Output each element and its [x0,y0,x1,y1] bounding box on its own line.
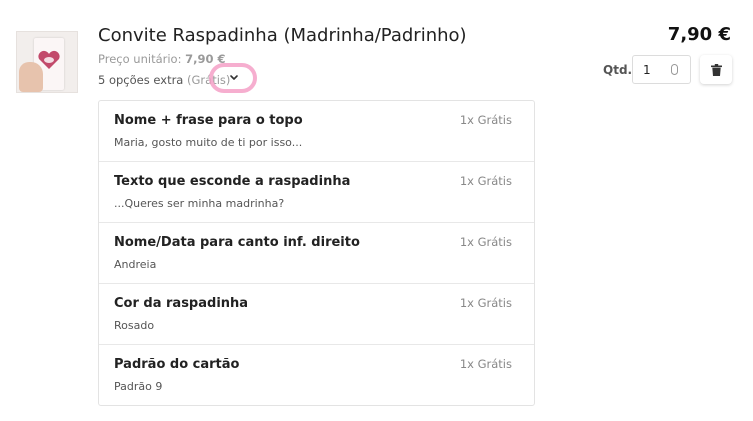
option-name: Texto que esconde a raspadinha [114,174,351,189]
spinner-icon[interactable] [671,64,678,75]
option-name: Padrão do cartão [114,357,240,372]
unit-price-label: Preço unitário: [98,52,182,66]
option-qty: 1x Grátis [459,113,512,127]
option-row: Nome + frase para o topo Maria, gosto mu… [99,101,534,162]
option-value: Rosado [114,319,155,332]
option-value: Maria, gosto muito de ti por isso... [114,136,303,149]
quantity-stepper[interactable]: 1 [632,55,691,84]
chevron-down-icon [230,75,238,80]
option-qty: 1x Grátis [459,235,512,249]
delete-button[interactable] [700,55,732,84]
total-price: 7,90 € [667,24,731,45]
option-name: Cor da raspadinha [114,296,249,311]
trash-icon [710,63,722,76]
option-value: Padrão 9 [114,380,163,393]
option-qty: 1x Grátis [459,357,512,371]
option-row: Texto que esconde a raspadinha ...Queres… [99,162,534,223]
product-title[interactable]: Convite Raspadinha (Madrinha/Padrinho) [98,25,467,46]
option-row: Nome/Data para canto inf. direito Andrei… [99,223,534,284]
extras-label: 5 opções extra [98,73,184,87]
option-qty: 1x Grátis [459,296,512,310]
quantity-value: 1 [643,62,651,77]
option-name: Nome + frase para o topo [114,113,303,128]
option-row: Cor da raspadinha Rosado 1x Grátis [99,284,534,345]
options-list: Nome + frase para o topo Maria, gosto mu… [98,100,535,406]
option-value: Andreia [114,258,157,271]
option-row: Padrão do cartão Padrão 9 1x Grátis [99,345,534,406]
extras-toggle-button[interactable] [224,69,244,87]
heart-icon [38,50,60,69]
quantity-label: Qtd. [603,63,633,77]
option-name: Nome/Data para canto inf. direito [114,235,360,250]
product-thumbnail[interactable] [16,31,78,93]
unit-price: Preço unitário: 7,90 € [98,52,226,66]
option-qty: 1x Grátis [459,174,512,188]
option-value: ...Queres ser minha madrinha? [114,197,285,210]
